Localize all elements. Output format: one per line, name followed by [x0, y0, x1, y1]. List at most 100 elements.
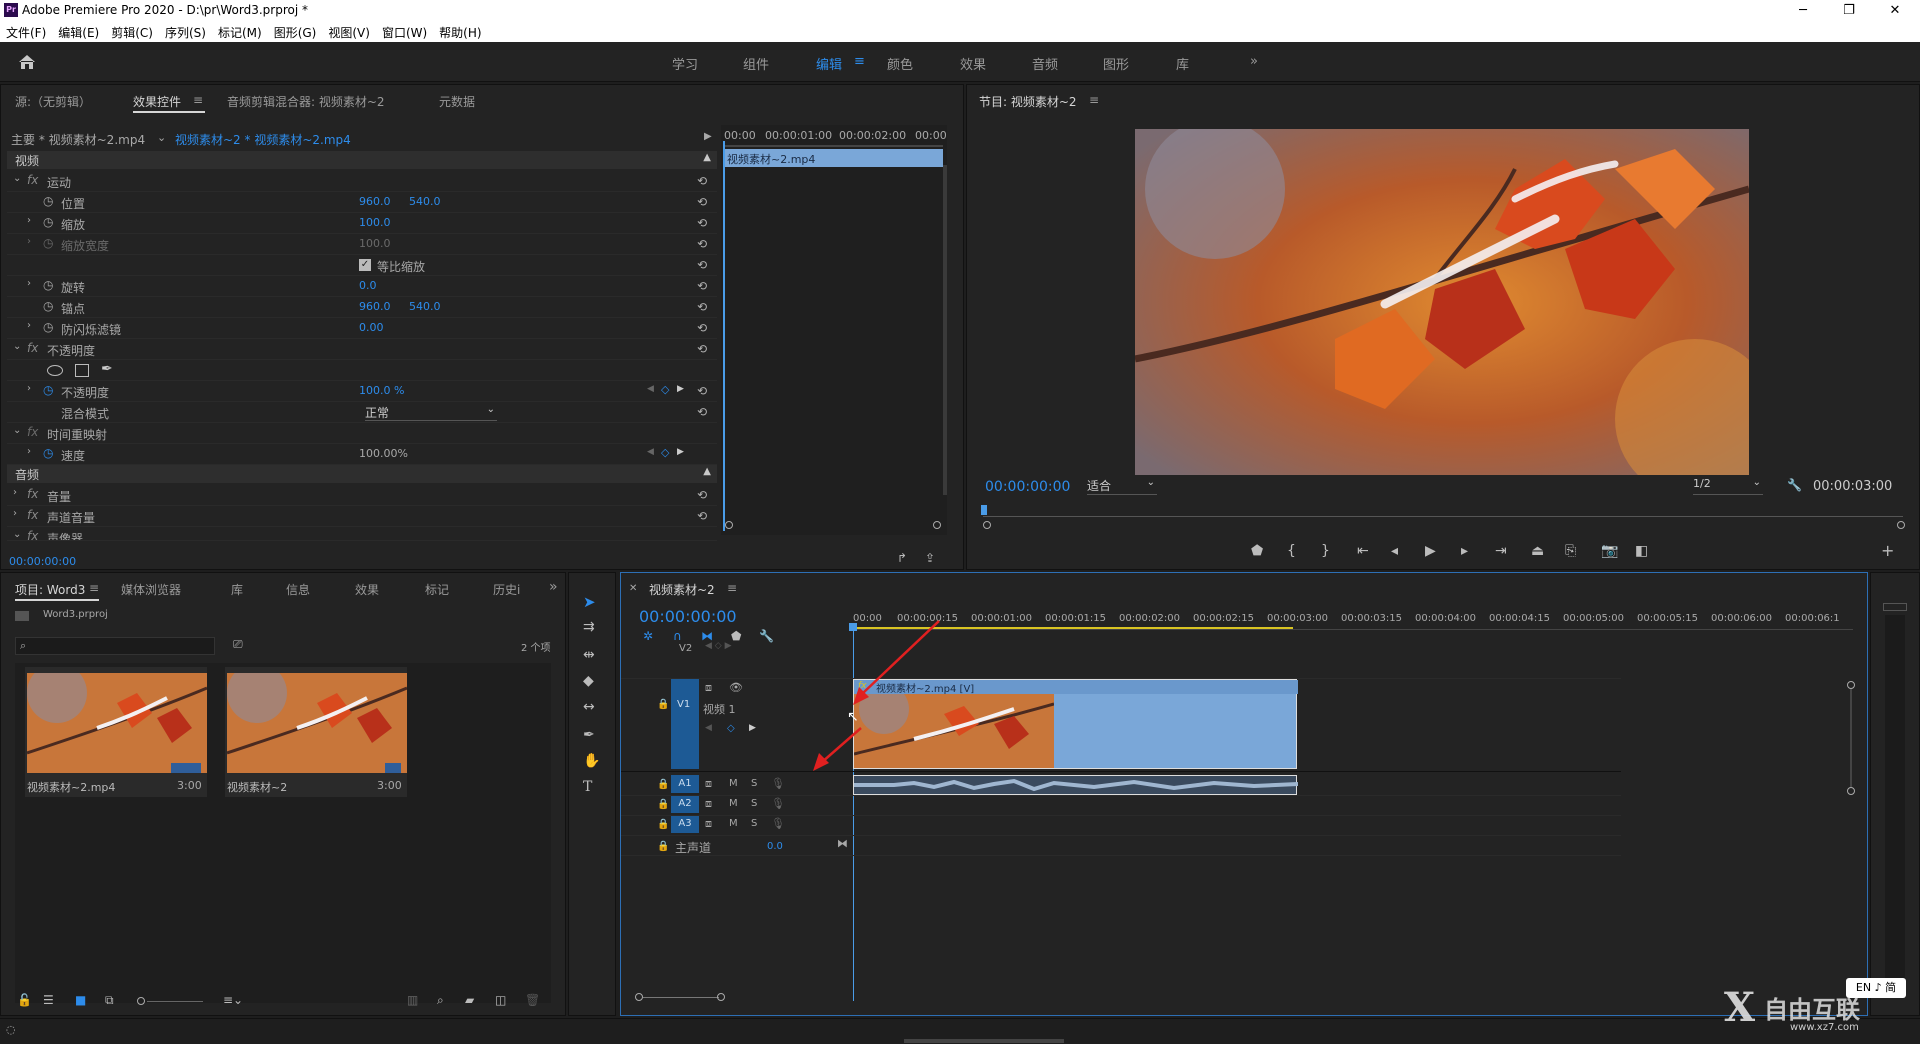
project-item[interactable]: 视频素材~2.mp4 3:00: [25, 667, 207, 797]
horizontal-scrollbar[interactable]: [643, 997, 719, 998]
tab-metadata[interactable]: 元数据: [439, 93, 475, 110]
track-a2-label[interactable]: A2: [671, 795, 699, 813]
track-v2-label[interactable]: V2: [679, 643, 692, 654]
clip-dropdown-icon[interactable]: ⌄: [157, 131, 166, 144]
voiceover-mic-icon[interactable]: 🎙: [771, 777, 785, 790]
antiflicker-value[interactable]: 0.00: [359, 321, 384, 334]
next-keyframe-icon[interactable]: ▶: [677, 447, 684, 457]
tab-info[interactable]: 信息: [286, 581, 310, 598]
menu-edit[interactable]: 编辑(E): [52, 22, 105, 41]
step-back-icon[interactable]: ◂: [1391, 543, 1398, 559]
tab-menu-icon[interactable]: ≡: [193, 93, 203, 107]
close-button[interactable]: ✕: [1872, 0, 1918, 22]
expand-icon[interactable]: ›: [27, 215, 31, 226]
prev-keyframe-icon[interactable]: ◀: [647, 384, 654, 394]
tab-source[interactable]: 源:（无剪辑）: [15, 93, 91, 110]
vscroll-handle-top[interactable]: [1847, 681, 1855, 689]
mark-out-icon[interactable]: }: [1321, 543, 1330, 559]
reset-icon[interactable]: ⟲: [697, 321, 711, 335]
tab-audio-clip-mixer[interactable]: 音频剪辑混合器: 视频素材~2: [227, 93, 385, 110]
vertical-scrollbar[interactable]: [1850, 689, 1852, 787]
reset-icon[interactable]: ⟲: [697, 216, 711, 230]
menu-marker[interactable]: 标记(M): [212, 22, 268, 41]
time-remap-group-row[interactable]: ⌄ fx 时间重映射: [7, 423, 717, 444]
audio-section-collapse-icon[interactable]: ▲: [703, 466, 711, 477]
track-lock-icon[interactable]: 🔒: [657, 699, 669, 710]
minimize-button[interactable]: ─: [1780, 0, 1826, 22]
fit-select[interactable]: 适合 ⌄: [1087, 477, 1157, 495]
timeline-title[interactable]: 视频素材~2: [649, 581, 715, 598]
panner-row[interactable]: ⌄ fx 声像器: [7, 527, 717, 541]
trash-icon[interactable]: 🗑: [525, 993, 540, 1007]
project-item[interactable]: 视频素材~2 3:00: [225, 667, 407, 797]
workspace-learn[interactable]: 学习: [672, 54, 698, 73]
program-timecode[interactable]: 00:00:00:00: [985, 479, 1070, 495]
et-scrollbar[interactable]: [943, 165, 947, 495]
stopwatch-icon[interactable]: ◷: [43, 383, 53, 397]
step-forward-icon[interactable]: ▸: [1461, 543, 1468, 559]
reset-icon[interactable]: ⟲: [697, 509, 711, 523]
lock-icon[interactable]: 🔓: [17, 993, 32, 1007]
new-bin-from-search-icon[interactable]: ⎚: [233, 637, 243, 652]
workspace-audio[interactable]: 音频: [1032, 54, 1058, 73]
reset-icon[interactable]: ⟲: [697, 488, 711, 502]
expand-icon[interactable]: ›: [27, 320, 31, 331]
mark-in-icon[interactable]: {: [1287, 543, 1296, 559]
master-volume-value[interactable]: 0.0: [767, 841, 783, 852]
tab-project[interactable]: 项目: Word3: [15, 581, 85, 598]
et-playhead[interactable]: [723, 141, 725, 531]
menu-window[interactable]: 窗口(W): [376, 22, 433, 41]
anchor-y-value[interactable]: 540.0: [409, 300, 441, 313]
reset-icon[interactable]: ⟲: [697, 258, 711, 272]
track-a3-label[interactable]: A3: [671, 815, 699, 833]
audio-clip[interactable]: [853, 775, 1298, 795]
export-icon[interactable]: ⇪: [925, 551, 935, 565]
tab-libraries[interactable]: 库: [231, 581, 243, 598]
menu-file[interactable]: 文件(F): [0, 22, 52, 41]
menu-clip[interactable]: 剪辑(C): [105, 22, 159, 41]
type-tool-icon[interactable]: T: [583, 779, 592, 795]
reset-icon[interactable]: ⟲: [697, 195, 711, 209]
workspace-editing[interactable]: 编辑: [816, 54, 842, 73]
mute-button[interactable]: M: [729, 778, 738, 789]
et-zoom-handle-right[interactable]: [933, 521, 941, 529]
track-v1-name[interactable]: 视频 1: [703, 701, 736, 717]
quality-select[interactable]: 1/2 ⌄: [1693, 477, 1763, 495]
go-to-out-icon[interactable]: ⇥: [1495, 543, 1507, 559]
blend-mode-select[interactable]: 正常 ⌄: [365, 404, 497, 421]
workspace-effects[interactable]: 效果: [960, 54, 986, 73]
program-video-frame[interactable]: [1135, 129, 1749, 475]
keyframe-nav-icon[interactable]: ◀ ◇ ▶: [705, 641, 732, 651]
razor-tool-icon[interactable]: ◆: [583, 673, 594, 689]
mute-button[interactable]: M: [729, 798, 738, 809]
hscroll-handle-right[interactable]: [717, 993, 725, 1001]
menu-sequence[interactable]: 序列(S): [159, 22, 212, 41]
track-lock-icon[interactable]: 🔒: [657, 779, 669, 790]
menu-help[interactable]: 帮助(H): [433, 22, 487, 41]
opacity-value[interactable]: 100.0 %: [359, 384, 404, 397]
timeline-ruler[interactable]: 00:00 00:00:00:15 00:00:01:00 00:00:01:1…: [853, 603, 1853, 635]
extract-icon[interactable]: ⎘: [1565, 543, 1576, 559]
status-scroll[interactable]: [904, 1039, 1064, 1043]
workspace-libraries[interactable]: 库: [1176, 54, 1189, 73]
et-zoom-handle-left[interactable]: [725, 521, 733, 529]
position-y-value[interactable]: 540.0: [409, 195, 441, 208]
zoom-slider[interactable]: [147, 1001, 203, 1002]
anchor-x-value[interactable]: 960.0: [359, 300, 391, 313]
effect-controls-timecode[interactable]: 00:00:00:00: [9, 555, 76, 568]
reset-icon[interactable]: ⟲: [697, 384, 711, 398]
sync-lock-icon[interactable]: ⧈: [705, 681, 712, 695]
solo-button[interactable]: S: [751, 778, 757, 789]
add-keyframe-icon[interactable]: ◇: [661, 446, 669, 459]
stopwatch-icon[interactable]: ◷: [43, 446, 53, 460]
rectangle-mask-icon[interactable]: [75, 364, 89, 377]
reset-icon[interactable]: ⟲: [697, 342, 711, 356]
stopwatch-icon[interactable]: ◷: [43, 299, 53, 313]
sync-lock-icon[interactable]: ⧈: [705, 797, 712, 811]
add-keyframe-icon[interactable]: ◇: [661, 383, 669, 396]
tab-menu-icon[interactable]: ≡: [89, 581, 99, 595]
speed-value[interactable]: 100.00%: [359, 447, 408, 460]
prev-keyframe-icon[interactable]: ◀: [647, 447, 654, 457]
video-section-collapse-icon[interactable]: ▲: [703, 152, 711, 163]
slip-tool-icon[interactable]: ↔: [583, 699, 595, 715]
